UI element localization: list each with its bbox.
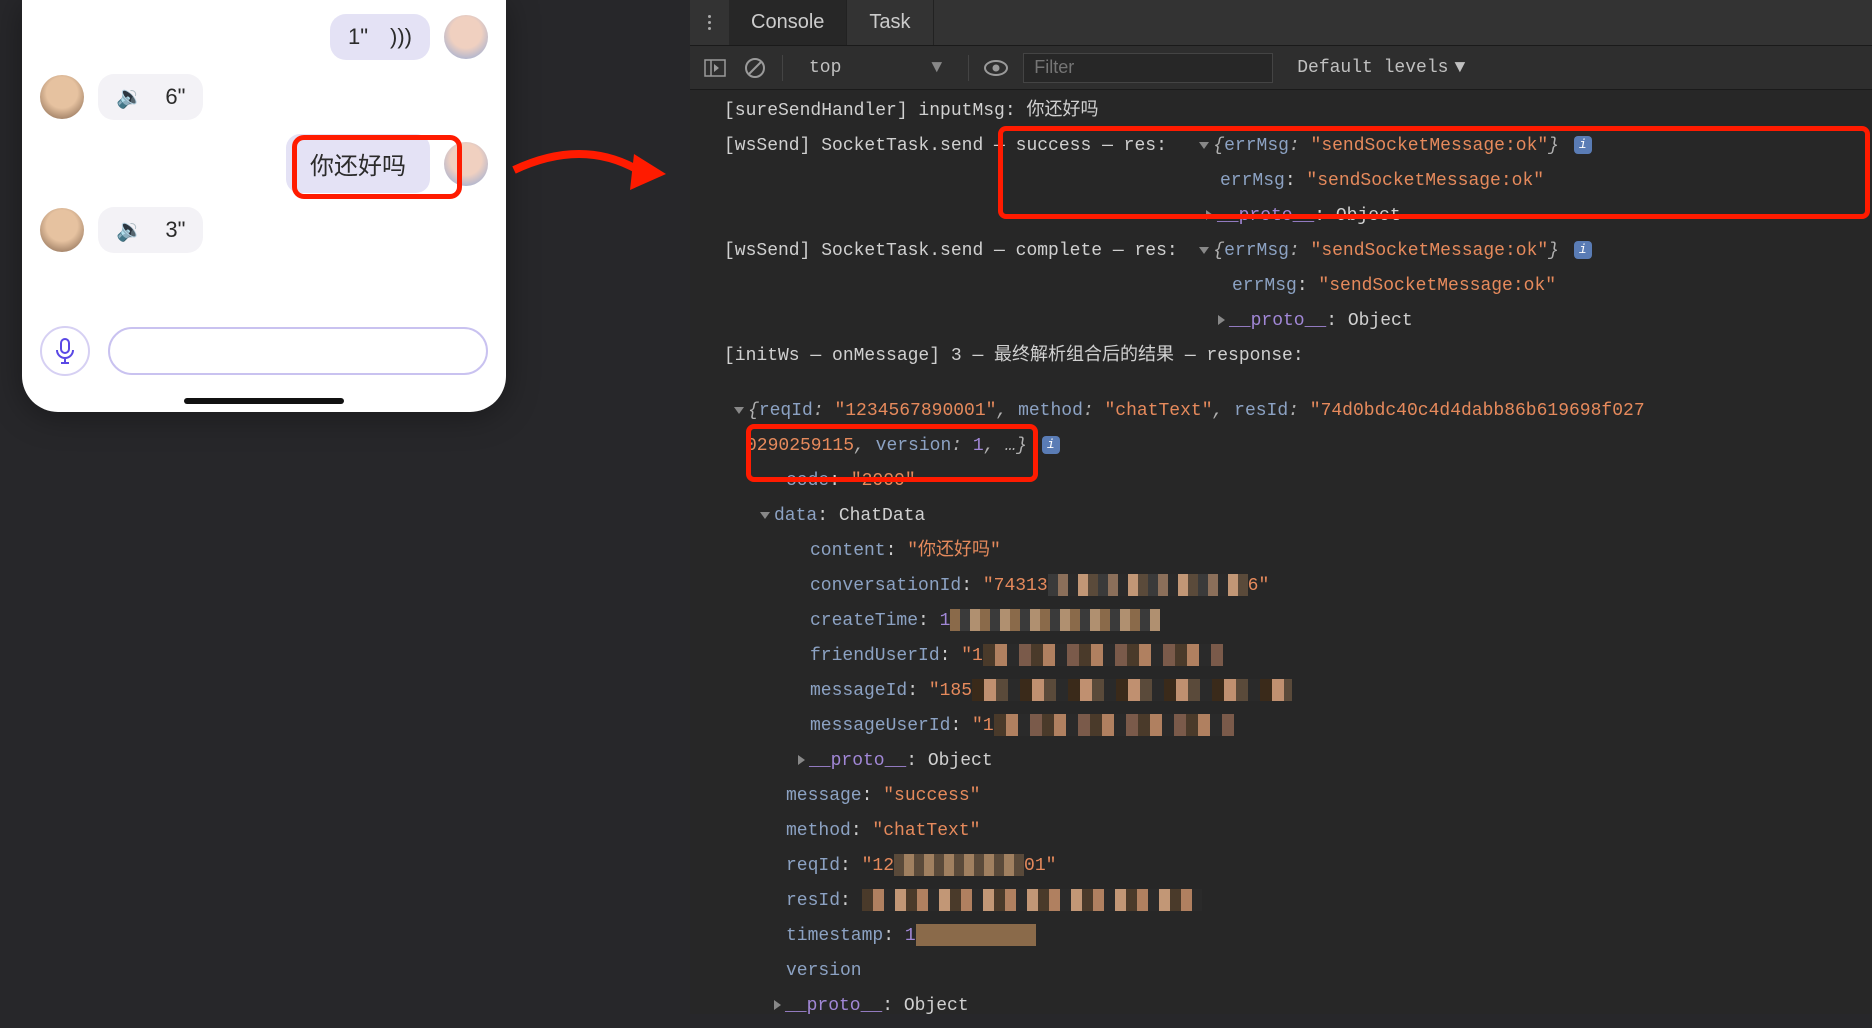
message-row: 🔉 6" bbox=[40, 74, 488, 120]
clear-console-icon[interactable] bbox=[742, 55, 768, 81]
log-prop: content: "你还好吗" bbox=[690, 534, 1872, 569]
log-prop: version bbox=[690, 954, 1872, 989]
speaker-icon: 🔉 bbox=[116, 217, 143, 243]
redacted-block bbox=[983, 644, 1223, 666]
log-prop: timestamp: 1 bbox=[690, 919, 1872, 954]
chat-input-bar bbox=[40, 326, 488, 376]
expander-icon[interactable] bbox=[734, 407, 744, 414]
log-prop: reqId: "1201" bbox=[690, 849, 1872, 884]
message-row: 1" ))) bbox=[40, 14, 488, 60]
redacted-block bbox=[862, 889, 1202, 911]
expander-icon[interactable] bbox=[798, 755, 805, 765]
redacted-block bbox=[916, 924, 1036, 946]
log-prop: messageUserId: "1 bbox=[690, 709, 1872, 744]
tab-task[interactable]: Task bbox=[847, 0, 933, 45]
info-badge-icon[interactable]: i bbox=[1042, 436, 1060, 454]
duration-label: 3" bbox=[165, 217, 185, 243]
annotation-highlight bbox=[292, 135, 462, 199]
log-prop: createTime: 1 bbox=[690, 604, 1872, 639]
annotation-highlight bbox=[998, 126, 1870, 219]
expander-icon[interactable] bbox=[1199, 247, 1209, 254]
avatar bbox=[40, 208, 84, 252]
console-filter-bar: top▼ Default levels▼ bbox=[690, 46, 1872, 90]
annotation-arrow bbox=[500, 130, 680, 210]
log-prop: friendUserId: "1 bbox=[690, 639, 1872, 674]
redacted-block bbox=[894, 854, 1024, 876]
log-prop: messageId: "185 bbox=[690, 674, 1872, 709]
avatar bbox=[444, 15, 488, 59]
console-output: [sureSendHandler] inputMsg: 你还好吗 [wsSend… bbox=[690, 90, 1872, 1028]
voice-message[interactable]: 🔉 6" bbox=[98, 74, 203, 120]
redacted-block bbox=[1048, 574, 1248, 596]
annotation-highlight bbox=[746, 424, 1038, 482]
phone-mock: 1" ))) 🔉 6" 你还好吗 🔉 3" bbox=[22, 0, 506, 412]
expander-icon[interactable] bbox=[1218, 315, 1225, 325]
log-prop: data: ChatData bbox=[690, 499, 1872, 534]
redacted-block bbox=[972, 679, 1292, 701]
context-selector[interactable]: top▼ bbox=[797, 58, 954, 78]
log-prop: message: "success" bbox=[690, 779, 1872, 814]
filter-input[interactable] bbox=[1023, 53, 1273, 83]
chevron-down-icon: ▼ bbox=[1454, 58, 1465, 78]
eye-icon[interactable] bbox=[983, 55, 1009, 81]
log-line: errMsg: "sendSocketMessage:ok" bbox=[690, 269, 1872, 304]
redacted-block bbox=[950, 609, 1160, 631]
chevron-down-icon: ▼ bbox=[931, 58, 942, 78]
duration-label: 6" bbox=[165, 84, 185, 110]
text-input[interactable] bbox=[108, 327, 488, 375]
log-prop: conversationId: "743136" bbox=[690, 569, 1872, 604]
more-menu-icon[interactable] bbox=[690, 15, 729, 30]
log-prop: method: "chatText" bbox=[690, 814, 1872, 849]
speaker-icon: 🔉 bbox=[116, 84, 143, 110]
expander-icon[interactable] bbox=[774, 1000, 781, 1010]
mic-button[interactable] bbox=[40, 326, 90, 376]
log-line: [sureSendHandler] inputMsg: 你还好吗 bbox=[690, 94, 1872, 129]
devtools-tabbar: Console Task bbox=[690, 0, 1872, 46]
log-line: [wsSend] SocketTask.send — complete — re… bbox=[690, 234, 1872, 269]
log-prop: __proto__: Object bbox=[690, 744, 1872, 779]
devtools-panel: Console Task top▼ Default levels▼ [sureS… bbox=[690, 0, 1872, 1014]
info-badge-icon[interactable]: i bbox=[1574, 241, 1592, 259]
expander-icon[interactable] bbox=[760, 512, 770, 519]
voice-message[interactable]: 🔉 3" bbox=[98, 207, 203, 253]
log-prop: resId: bbox=[690, 884, 1872, 919]
log-line: [initWs — onMessage] 3 — 最终解析组合后的结果 — re… bbox=[690, 339, 1872, 374]
log-prop: __proto__: Object bbox=[690, 989, 1872, 1024]
log-line: __proto__: Object bbox=[690, 304, 1872, 339]
speaker-icon: ))) bbox=[390, 24, 412, 50]
log-levels-selector[interactable]: Default levels▼ bbox=[1297, 58, 1465, 78]
tab-console[interactable]: Console bbox=[729, 0, 847, 45]
home-indicator bbox=[184, 398, 344, 404]
sidebar-toggle-icon[interactable] bbox=[702, 55, 728, 81]
message-row: 🔉 3" bbox=[40, 207, 488, 253]
avatar bbox=[40, 75, 84, 119]
voice-message[interactable]: 1" ))) bbox=[330, 14, 430, 60]
duration-label: 1" bbox=[348, 24, 368, 50]
redacted-block bbox=[994, 714, 1234, 736]
